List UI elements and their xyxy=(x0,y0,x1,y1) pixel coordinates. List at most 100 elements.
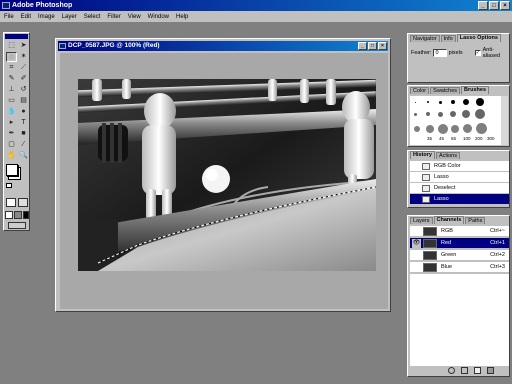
gradient-tool-icon[interactable]: ▤ xyxy=(18,96,29,106)
history-item[interactable]: Lasso xyxy=(410,172,509,183)
brush-preset[interactable] xyxy=(438,124,448,134)
magic-wand-tool-icon[interactable]: ✶ xyxy=(18,52,29,62)
move-tool-icon[interactable]: ➤ xyxy=(18,41,29,51)
brush-preset[interactable] xyxy=(463,99,469,105)
brush-preset[interactable] xyxy=(427,101,429,103)
brush-grid[interactable]: 35 45 65 100 200 300 xyxy=(410,96,502,145)
history-item[interactable]: Deselect xyxy=(410,183,509,194)
brush-preset[interactable] xyxy=(426,125,434,133)
tab-lasso-options[interactable]: Lasso Options xyxy=(456,34,501,42)
visibility-eye-icon[interactable] xyxy=(412,227,421,236)
brush-preset[interactable] xyxy=(426,112,430,116)
blur-tool-icon[interactable]: 💧 xyxy=(6,107,17,117)
default-colors-icon[interactable] xyxy=(6,183,12,188)
brush-preset[interactable] xyxy=(476,123,487,134)
brush-preset[interactable] xyxy=(462,110,470,118)
brush-preset[interactable] xyxy=(451,100,455,104)
brush-preset[interactable] xyxy=(414,126,420,132)
tab-info[interactable]: Info xyxy=(440,35,456,42)
menu-filter[interactable]: Filter xyxy=(107,14,120,20)
channel-row-red[interactable]: 👁 Red Ctrl+1 xyxy=(410,238,509,249)
history-item[interactable]: RGB Color xyxy=(410,161,509,172)
tab-history[interactable]: History xyxy=(410,151,435,159)
brush-preset[interactable] xyxy=(450,111,456,117)
brush-preset[interactable] xyxy=(439,101,442,104)
channel-row-green[interactable]: Green Ctrl+2 xyxy=(410,250,509,261)
eyedropper-tool-icon[interactable]: ⁄ xyxy=(18,140,29,150)
canvas-area[interactable] xyxy=(60,53,388,309)
toolbox-header[interactable] xyxy=(5,34,28,39)
visibility-eye-icon[interactable] xyxy=(412,263,421,272)
close-button[interactable]: × xyxy=(500,1,510,10)
path-select-tool-icon[interactable]: ▸ xyxy=(6,118,17,128)
history-item-selected[interactable]: Lasso xyxy=(410,194,509,205)
save-selection-icon[interactable] xyxy=(461,367,468,374)
maximize-button[interactable]: □ xyxy=(489,1,499,10)
menu-layer[interactable]: Layer xyxy=(62,14,77,20)
channel-row-blue[interactable]: Blue Ctrl+3 xyxy=(410,262,509,273)
brush-preset[interactable] xyxy=(463,124,472,133)
document-canvas-image[interactable] xyxy=(78,79,376,271)
tab-color[interactable]: Color xyxy=(410,87,430,94)
brush-size-label: 200 xyxy=(475,136,483,141)
document-title-bar[interactable]: DCP_0587.JPG @ 100% (Red) _ □ × xyxy=(58,41,388,51)
slice-tool-icon[interactable]: ⟋ xyxy=(18,63,29,73)
trash-icon[interactable] xyxy=(487,367,494,374)
dodge-tool-icon[interactable]: ● xyxy=(18,107,29,117)
visibility-eye-icon[interactable]: 👁 xyxy=(412,239,421,248)
quick-mask-mode-icon[interactable] xyxy=(18,198,28,207)
menu-select[interactable]: Select xyxy=(84,14,101,20)
screen-mode-full-menu-icon[interactable] xyxy=(14,211,22,219)
menu-file[interactable]: File xyxy=(4,14,14,20)
tab-navigator[interactable]: Navigator xyxy=(410,35,440,42)
standard-mode-icon[interactable] xyxy=(6,198,16,207)
brush-preset[interactable] xyxy=(414,113,417,116)
new-channel-icon[interactable] xyxy=(474,367,481,374)
menu-image[interactable]: Image xyxy=(38,14,55,20)
channel-row-rgb[interactable]: RGB Ctrl+~ xyxy=(410,226,509,237)
visibility-eye-icon[interactable] xyxy=(412,251,421,260)
tab-layers[interactable]: Layers xyxy=(410,217,433,224)
pencil-tool-icon[interactable]: ✐ xyxy=(18,74,29,84)
tab-paths[interactable]: Paths xyxy=(465,217,486,224)
tab-brushes[interactable]: Brushes xyxy=(461,86,490,94)
anti-aliased-checkbox[interactable]: ✓ xyxy=(474,50,481,56)
brush-preset[interactable] xyxy=(451,125,459,133)
screen-mode-full-icon[interactable] xyxy=(23,211,29,219)
tab-swatches[interactable]: Swatches xyxy=(430,87,461,94)
foreground-color-swatch[interactable] xyxy=(6,164,18,176)
menu-view[interactable]: View xyxy=(128,14,141,20)
brush-preset[interactable] xyxy=(475,109,485,119)
tab-actions[interactable]: Actions xyxy=(435,152,460,159)
load-channel-icon[interactable] xyxy=(448,367,455,374)
doc-minimize-button[interactable]: _ xyxy=(358,42,367,50)
stamp-tool-icon[interactable]: ⊥ xyxy=(6,85,17,95)
hand-tool-icon[interactable]: ✋ xyxy=(6,151,17,161)
jump-to-imageready-icon[interactable] xyxy=(8,222,26,229)
menu-help[interactable]: Help xyxy=(176,14,188,20)
tab-channels[interactable]: Channels xyxy=(433,216,465,224)
brush-preset[interactable] xyxy=(415,102,416,103)
marquee-tool-icon[interactable]: ⬚ xyxy=(6,41,17,51)
lasso-icon xyxy=(422,174,430,181)
eraser-tool-icon[interactable]: ▭ xyxy=(6,96,17,106)
menu-edit[interactable]: Edit xyxy=(21,14,31,20)
crop-tool-icon[interactable]: ⌗ xyxy=(6,63,17,73)
screen-mode-standard-icon[interactable] xyxy=(5,211,13,219)
lasso-tool-icon[interactable]: ◌ xyxy=(6,52,17,62)
doc-close-button[interactable]: × xyxy=(378,42,387,50)
feather-input[interactable]: 0 xyxy=(433,49,447,57)
brush-tool-icon[interactable]: ✎ xyxy=(6,74,17,84)
shape-tool-icon[interactable]: ■ xyxy=(18,129,29,139)
history-brush-tool-icon[interactable]: ↺ xyxy=(18,85,29,95)
brushes-scrollbar[interactable] xyxy=(501,96,508,145)
minimize-button[interactable]: _ xyxy=(478,1,488,10)
brush-preset[interactable] xyxy=(476,98,484,106)
menu-window[interactable]: Window xyxy=(148,14,169,20)
type-tool-icon[interactable]: T xyxy=(18,118,29,128)
pen-tool-icon[interactable]: ✒ xyxy=(6,129,17,139)
doc-maximize-button[interactable]: □ xyxy=(368,42,377,50)
notes-tool-icon[interactable]: ▢ xyxy=(6,140,17,150)
zoom-tool-icon[interactable]: 🔍 xyxy=(18,151,29,161)
brush-preset[interactable] xyxy=(438,112,443,117)
